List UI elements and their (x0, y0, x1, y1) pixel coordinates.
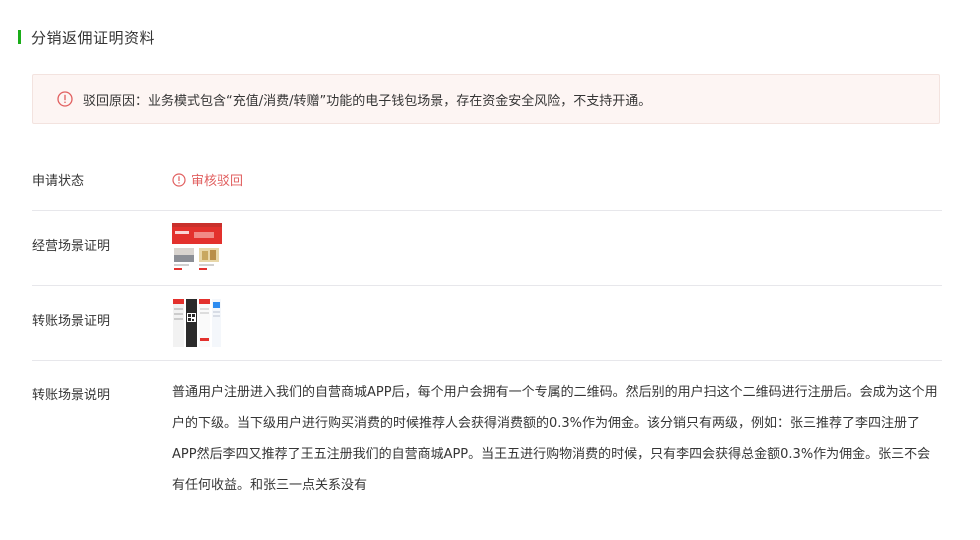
section-accent-bar (18, 30, 21, 44)
reject-alert: 驳回原因：业务模式包含“充值/消费/转赠”功能的电子钱包场景，存在资金安全风险，… (32, 74, 940, 124)
transfer-scene-row: 转账场景证明 (32, 286, 942, 360)
status-row: 申请状态 审核驳回 (32, 160, 942, 210)
transfer-desc-row: 转账场景说明 普通用户注册进入我们的自营商城APP后，每个用户会拥有一个专属的二… (32, 361, 942, 540)
business-scene-thumbnail[interactable] (172, 223, 222, 273)
transfer-scene-label: 转账场景证明 (32, 314, 111, 329)
transfer-scene-value (172, 298, 222, 348)
business-scene-row: 经营场景证明 (32, 211, 942, 285)
status-label: 申请状态 (32, 174, 85, 189)
transfer-desc-value: 普通用户注册进入我们的自营商城APP后，每个用户会拥有一个专属的二维码。然后别的… (172, 377, 942, 501)
status-text: 审核驳回 (191, 174, 244, 189)
transfer-desc-text: 普通用户注册进入我们的自营商城APP后，每个用户会拥有一个专属的二维码。然后别的… (172, 385, 938, 493)
status-value: 审核驳回 (172, 170, 243, 189)
reject-reason-text: 驳回原因：业务模式包含“充值/消费/转赠”功能的电子钱包场景，存在资金安全风险，… (83, 93, 652, 109)
business-scene-value (172, 223, 222, 273)
warning-circle-icon (172, 172, 186, 187)
section-title: 分销返佣证明资料 (31, 28, 156, 47)
page: 分销返佣证明资料 驳回原因：业务模式包含“充值/消费/转赠”功能的电子钱包场景，… (0, 0, 980, 540)
business-scene-label: 经营场景证明 (32, 239, 111, 254)
warning-circle-icon (57, 91, 73, 107)
status-badge: 审核驳回 (172, 170, 243, 189)
transfer-desc-label: 转账场景说明 (32, 388, 111, 403)
transfer-scene-thumbnail[interactable] (172, 298, 222, 348)
section-header: 分销返佣证明资料 (18, 28, 156, 47)
